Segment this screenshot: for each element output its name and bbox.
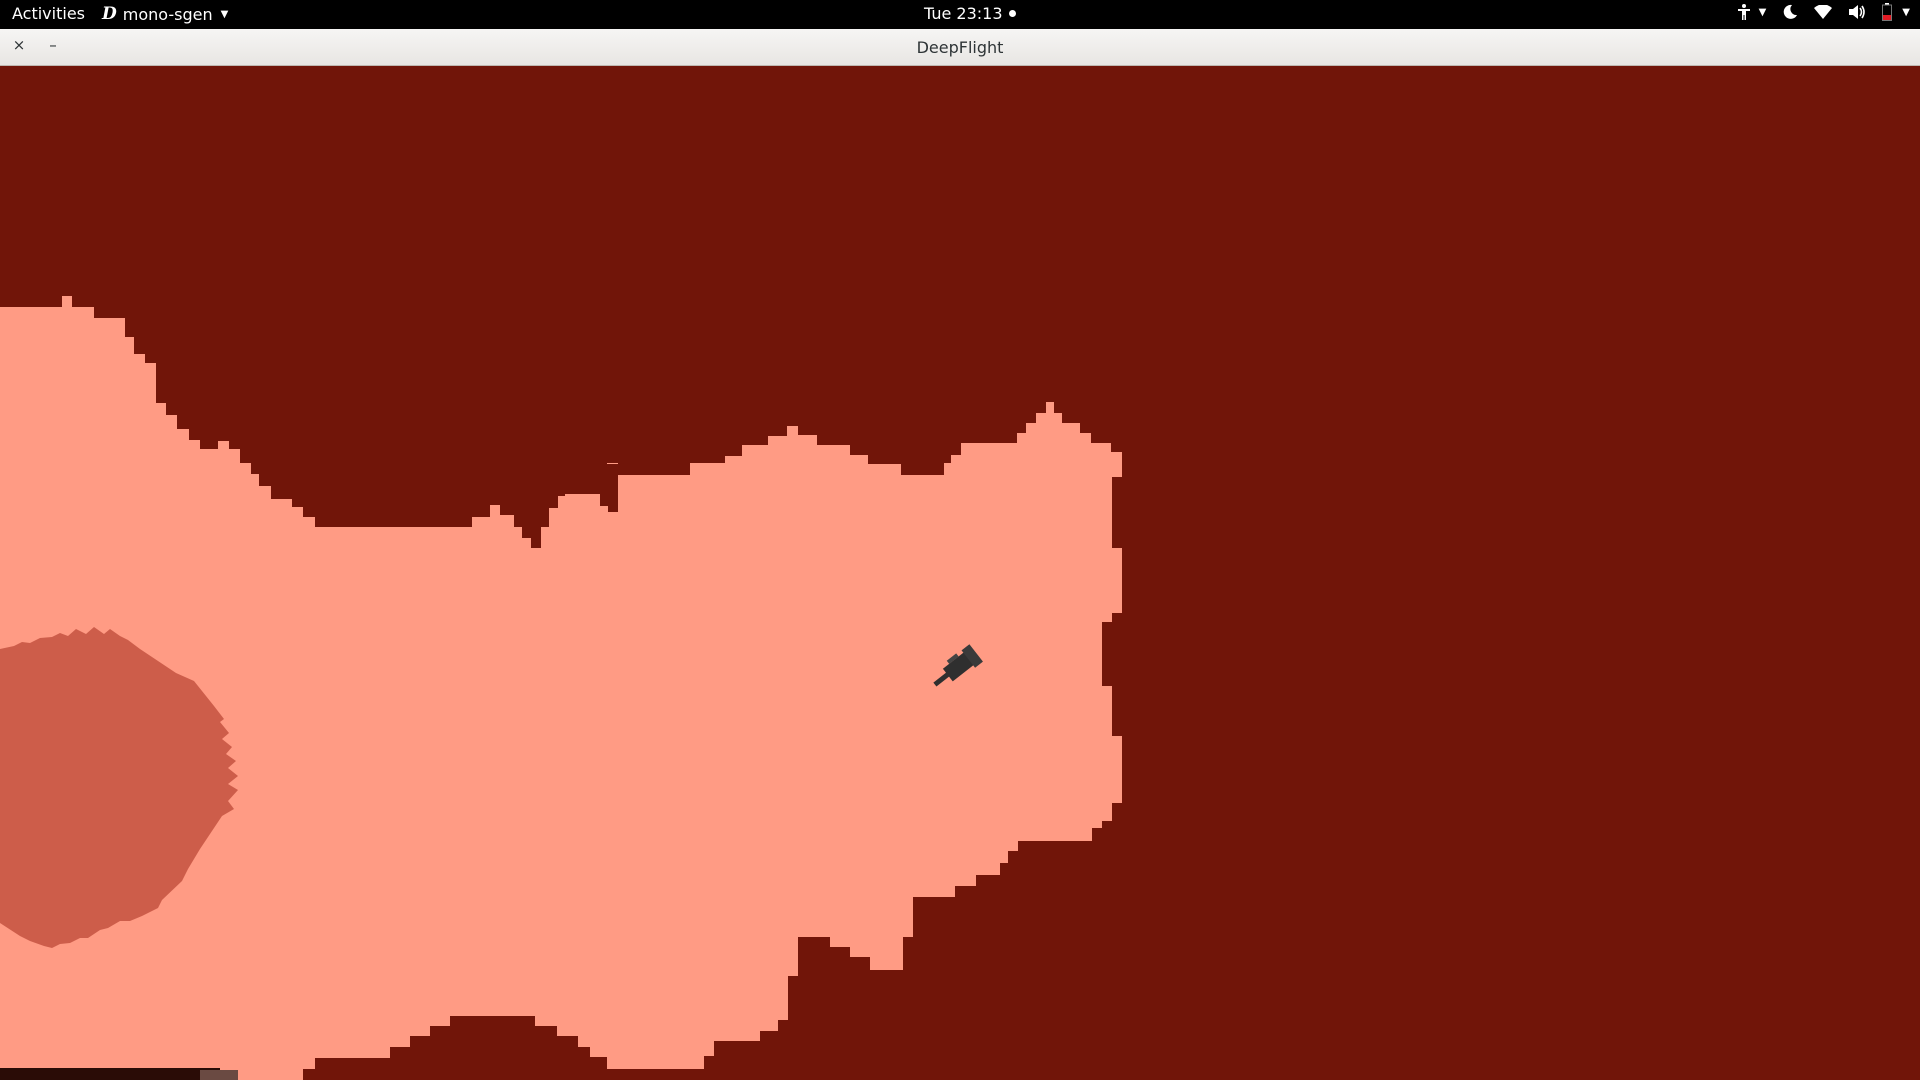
window-header-bar: × – DeepFlight	[0, 29, 1920, 66]
ground-marker	[200, 1070, 238, 1080]
app-icon: D	[102, 4, 117, 24]
clock[interactable]: Tue 23:13	[924, 4, 1016, 23]
chevron-down-icon: ▼	[220, 8, 229, 20]
notification-dot-icon	[1008, 10, 1016, 17]
game-scene	[0, 296, 1122, 1080]
ground-strip	[0, 1068, 220, 1080]
wifi-icon	[1814, 5, 1833, 19]
system-status-area[interactable]: ▼ ▼	[1737, 3, 1910, 21]
accessibility-icon[interactable]: ▼	[1737, 3, 1767, 21]
chevron-down-icon: ▼	[1758, 6, 1767, 18]
chevron-down-icon: ▼	[1902, 6, 1910, 18]
top-bar: Activities D mono-sgen ▼ Tue 23:13 ▼ ▼	[0, 0, 1920, 29]
window-title: DeepFlight	[916, 38, 1004, 57]
volume-icon	[1848, 4, 1866, 20]
activities-button[interactable]: Activities	[12, 4, 85, 23]
app-menu[interactable]: D mono-sgen ▼	[102, 4, 228, 24]
battery-icon: ▼	[1882, 3, 1910, 21]
night-light-icon	[1782, 4, 1798, 20]
app-menu-label: mono-sgen	[122, 4, 213, 24]
game-canvas[interactable]	[0, 66, 1920, 1080]
clock-label: Tue 23:13	[924, 4, 1003, 23]
